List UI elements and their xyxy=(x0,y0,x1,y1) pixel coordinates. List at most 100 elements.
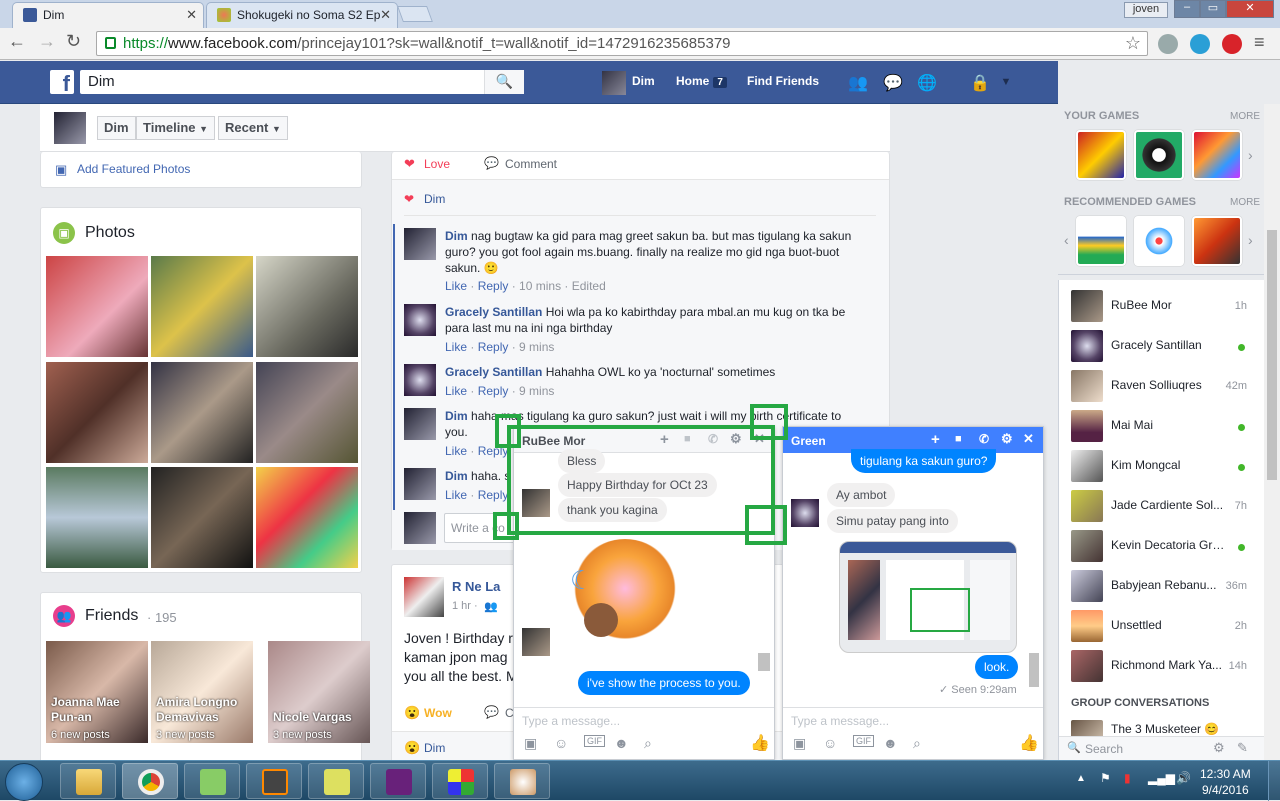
add-people-icon[interactable]: + xyxy=(931,431,940,448)
reactor-name[interactable]: Dim xyxy=(424,741,445,755)
photo-thumbnail[interactable] xyxy=(46,256,148,357)
gear-icon[interactable]: ⚙ xyxy=(1213,740,1225,756)
profile-thumbnail[interactable] xyxy=(54,112,86,144)
photos-title[interactable]: Photos xyxy=(85,224,135,242)
chat-contact[interactable]: Raven Solliuqres 42m xyxy=(1069,366,1259,406)
scrollbar-thumb[interactable] xyxy=(1267,230,1277,480)
like-link[interactable]: Like xyxy=(445,384,467,398)
love-button[interactable]: Love xyxy=(424,157,450,171)
minimize-button[interactable]: – xyxy=(1174,0,1200,18)
gif-icon[interactable]: GIF xyxy=(584,735,605,747)
reply-link[interactable]: Reply xyxy=(478,279,509,293)
chat-contact[interactable]: Richmond Mark Ya... 14h xyxy=(1069,646,1259,686)
comment-author[interactable]: Dim xyxy=(445,469,468,483)
tab-dim[interactable]: Dim ✕ xyxy=(12,2,204,28)
opera-extension-icon[interactable] xyxy=(1222,34,1242,54)
like-link[interactable]: Like xyxy=(445,488,467,502)
network-signal-icon[interactable]: ▂▄▆ xyxy=(1148,771,1175,785)
facebook-logo-icon[interactable]: f xyxy=(50,70,74,96)
photo-thumbnail[interactable] xyxy=(46,467,148,568)
nav-profile-link[interactable]: Dim xyxy=(632,74,655,88)
message-input-placeholder[interactable]: Type a message... xyxy=(791,714,889,728)
chrome-menu-icon[interactable]: ≡ xyxy=(1254,32,1265,53)
tetris-battle-game-icon[interactable] xyxy=(1076,130,1126,180)
moto-game-icon[interactable] xyxy=(1192,216,1242,266)
reload-icon[interactable]: ↻ xyxy=(66,31,81,52)
account-menu-chevron-icon[interactable]: ▼ xyxy=(996,76,1016,94)
8-ball-pool-game-icon[interactable] xyxy=(1134,130,1184,180)
timeline-dropdown-button[interactable]: Timeline ▼ xyxy=(136,116,216,140)
thumbs-up-icon[interactable]: 👍 xyxy=(1019,733,1039,753)
taskbar-app[interactable] xyxy=(432,763,488,799)
post-author-name[interactable]: R Ne La xyxy=(452,579,500,594)
new-tab-button[interactable] xyxy=(397,6,433,22)
comment-author[interactable]: Dim xyxy=(445,229,468,243)
thumbs-up-icon[interactable]: 👍 xyxy=(750,733,770,753)
chat-scrollbar-thumb[interactable] xyxy=(1029,653,1039,687)
close-window-button[interactable]: ✕ xyxy=(1226,0,1274,18)
comment-avatar[interactable] xyxy=(404,304,436,336)
reply-link[interactable]: Reply xyxy=(478,488,509,502)
like-link[interactable]: Like xyxy=(445,340,467,354)
taskbar-visual-studio[interactable] xyxy=(370,763,426,799)
chat-contact[interactable]: RuBee Mor 1h xyxy=(1069,286,1259,326)
reply-link[interactable]: Reply xyxy=(478,384,509,398)
close-tab-icon[interactable]: ✕ xyxy=(380,7,391,23)
comment-author[interactable]: Dim xyxy=(445,409,468,423)
windows-start-button[interactable] xyxy=(5,763,43,801)
sticker-icon[interactable]: ☺ xyxy=(554,735,568,751)
photo-thumbnail[interactable] xyxy=(256,362,358,463)
video-call-icon[interactable]: ■ xyxy=(955,433,962,445)
candy-crush-game-icon[interactable] xyxy=(1192,130,1242,180)
chat-contact[interactable]: Mai Mai xyxy=(1069,406,1259,446)
taskbar-app[interactable] xyxy=(184,763,240,799)
shared-screenshot-image[interactable] xyxy=(839,541,1017,653)
forward-arrow-icon[interactable]: → xyxy=(38,31,56,52)
emoji-icon[interactable]: ☻ xyxy=(614,735,629,751)
comment-button[interactable]: Comment xyxy=(505,157,557,171)
nav-home-link[interactable]: Home 7 xyxy=(676,74,727,88)
chat-contact[interactable]: Gracely Santillan xyxy=(1069,326,1259,366)
like-link[interactable]: Like xyxy=(445,279,467,293)
sticker-icon[interactable]: ☺ xyxy=(823,735,837,751)
privacy-shortcuts-icon[interactable]: 🔒 xyxy=(970,73,990,92)
volume-icon[interactable]: 🔊 xyxy=(1176,771,1191,785)
taskbar-sticky-notes[interactable] xyxy=(308,763,364,799)
reactor-name[interactable]: Dim xyxy=(424,192,445,206)
comment-author[interactable]: Gracely Santillan xyxy=(445,305,542,319)
comment-avatar[interactable] xyxy=(404,228,436,260)
photo-thumbnail[interactable] xyxy=(256,467,358,568)
profile-avatar[interactable] xyxy=(602,71,626,95)
tab-shokugeki[interactable]: Shokugeki no Soma S2 Ep ✕ xyxy=(206,2,398,28)
chevron-right-icon[interactable]: › xyxy=(1248,147,1253,163)
name-button[interactable]: Dim xyxy=(97,116,136,140)
friend-requests-icon[interactable]: 👥 xyxy=(848,73,868,92)
recent-dropdown-button[interactable]: Recent ▼ xyxy=(218,116,288,140)
photo-thumbnail[interactable] xyxy=(46,362,148,463)
page-scrollbar[interactable] xyxy=(1264,104,1280,760)
comment-author[interactable]: Gracely Santillan xyxy=(445,365,542,379)
system-clock[interactable]: 12:30 AM 9/4/2016 xyxy=(1200,766,1251,798)
gear-icon[interactable]: ⚙ xyxy=(1001,431,1013,447)
attach-file-icon[interactable]: ⌕ xyxy=(913,735,921,752)
comment-avatar[interactable] xyxy=(404,408,436,440)
photo-attach-icon[interactable]: ▣ xyxy=(793,735,806,752)
battery-icon[interactable]: ▮ xyxy=(1124,771,1131,785)
chat-contact[interactable]: Kevin Decatoria Grajo xyxy=(1069,526,1259,566)
compose-icon[interactable]: ✎ xyxy=(1237,740,1248,756)
post-author-avatar[interactable] xyxy=(404,577,444,617)
chat-contact[interactable]: Babyjean Rebanu... 36m xyxy=(1069,566,1259,606)
chevron-left-icon[interactable]: ‹ xyxy=(1064,232,1069,248)
photo-thumbnail[interactable] xyxy=(256,256,358,357)
photo-attach-icon[interactable]: ▣ xyxy=(524,735,537,752)
photo-thumbnail[interactable] xyxy=(151,256,253,357)
like-link[interactable]: Like xyxy=(445,444,467,458)
your-games-more-link[interactable]: MORE xyxy=(1230,111,1260,122)
comment-avatar[interactable] xyxy=(404,364,436,396)
chrome-user-badge[interactable]: joven xyxy=(1124,2,1168,18)
chat-contact[interactable]: Unsettled 2h xyxy=(1069,606,1259,646)
taskbar-chrome[interactable] xyxy=(122,763,178,799)
extension-icon[interactable] xyxy=(1158,34,1178,54)
extension-icon[interactable] xyxy=(1190,34,1210,54)
phone-call-icon[interactable]: ✆ xyxy=(979,432,989,446)
